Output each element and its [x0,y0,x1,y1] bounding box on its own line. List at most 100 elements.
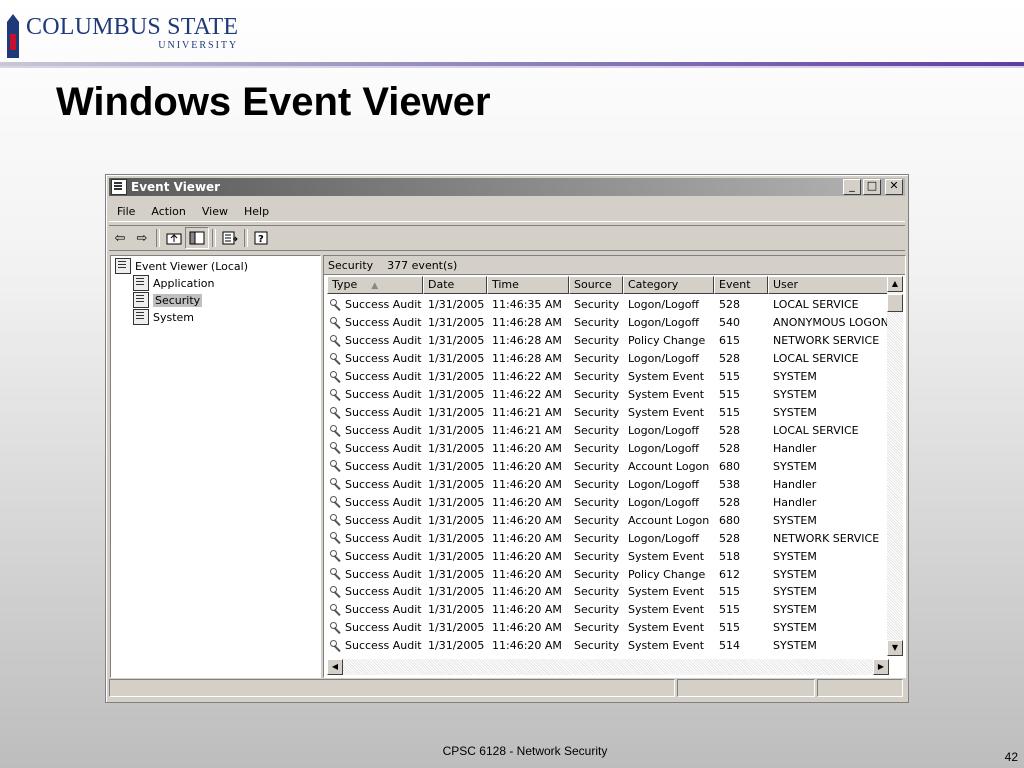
minimize-button[interactable]: _ [843,179,861,195]
column-header-category[interactable]: Category [623,276,714,294]
column-header-source[interactable]: Source [569,276,623,294]
cell-date: 1/31/2005 [428,513,485,527]
tree-root[interactable]: Event Viewer (Local) [115,258,248,274]
export-list-icon[interactable] [219,228,241,248]
cell-source: Security [574,298,620,312]
cell-event: 615 [719,334,740,348]
table-row[interactable]: Success Audit 1/31/2005 11:46:20 AM Securit… [327,565,889,583]
cell-source: Security [574,567,620,581]
tree-item-security[interactable]: Security [133,292,203,308]
column-header-user[interactable]: User [768,276,889,294]
cell-type: Success Audit [327,424,423,438]
table-row[interactable]: Success Audit 1/31/2005 11:46:22 AM Securit… [327,386,889,404]
tree-root-label: Event Viewer (Local) [135,259,248,273]
cell-type-text: Success Audit [345,298,422,312]
table-row[interactable]: Success Audit 1/31/2005 11:46:20 AM Securit… [327,457,889,475]
show-hide-tree-icon[interactable] [185,227,209,249]
key-icon [329,477,343,491]
cell-event: 515 [719,603,740,617]
table-row[interactable]: Success Audit 1/31/2005 11:46:28 AM Securit… [327,350,889,368]
sort-ascending-icon: ▲ [371,281,379,291]
scroll-left-icon[interactable]: ◀ [327,659,343,675]
tree-item-label: Security [153,293,203,307]
menu-help[interactable]: Help [236,205,277,218]
logo-subtitle: UNIVERSITY [158,40,239,51]
scroll-down-icon[interactable]: ▼ [887,640,903,656]
table-row[interactable]: Success Audit 1/31/2005 11:46:20 AM Securit… [327,601,889,619]
cell-type-text: Success Audit [345,406,422,420]
table-row[interactable]: Success Audit 1/31/2005 11:46:35 AM Securit… [327,296,889,314]
cell-category: Logon/Logoff [628,495,700,509]
column-headers: Type ▲ Date Time Source Category Event Us… [327,276,889,294]
key-icon [329,316,343,330]
cell-user: NETWORK SERVICE [773,334,880,348]
horizontal-scrollbar[interactable]: ◀ ▶ [327,659,889,675]
cell-source: Security [574,585,620,599]
close-button[interactable]: ✕ [885,179,903,195]
table-row[interactable]: Success Audit 1/31/2005 11:46:20 AM Securit… [327,493,889,511]
cell-date: 1/31/2005 [428,370,485,384]
toolbar-separator [156,229,160,247]
event-viewer-window: Event Viewer _ □ ✕ File Action View Help… [105,174,909,703]
column-header-event[interactable]: Event [714,276,768,294]
tree-item-application[interactable]: Application [133,275,214,291]
back-icon[interactable]: ⇦ [109,228,131,248]
key-icon [329,585,343,599]
cell-event: 528 [719,531,740,545]
status-panel-2 [677,679,815,697]
scroll-up-icon[interactable]: ▲ [887,276,903,292]
vertical-scrollbar[interactable]: ▲ ▼ [887,276,903,656]
status-panel-3 [817,679,903,697]
table-row[interactable]: Success Audit 1/31/2005 11:46:28 AM Securit… [327,332,889,350]
help-icon[interactable]: ? [251,228,273,248]
column-header-type[interactable]: Type ▲ [327,276,423,294]
cell-type-text: Success Audit [345,477,422,491]
cell-user: SYSTEM [773,388,817,402]
cell-user: SYSTEM [773,406,817,420]
table-row[interactable]: Success Audit 1/31/2005 11:46:20 AM Securit… [327,619,889,637]
log-icon [133,292,149,308]
cell-source: Security [574,441,620,455]
menu-action[interactable]: Action [143,205,193,218]
table-row[interactable]: Success Audit 1/31/2005 11:46:20 AM Securit… [327,529,889,547]
table-row[interactable]: Success Audit 1/31/2005 11:46:22 AM Securit… [327,368,889,386]
tower-logo-icon [4,14,22,58]
cell-category: Logon/Logoff [628,298,700,312]
cell-category: Logon/Logoff [628,316,700,330]
cell-user: Handler [773,495,817,509]
menu-view[interactable]: View [194,205,236,218]
cell-date: 1/31/2005 [428,639,485,653]
key-icon [329,639,343,653]
menu-file[interactable]: File [109,205,143,218]
cell-user: SYSTEM [773,621,817,635]
table-row[interactable]: Success Audit 1/31/2005 11:46:20 AM Securit… [327,475,889,493]
table-row[interactable]: Success Audit 1/31/2005 11:46:20 AM Securit… [327,637,889,655]
cell-category: Policy Change [628,567,706,581]
up-folder-icon[interactable] [163,228,185,248]
cell-date: 1/31/2005 [428,477,485,491]
cell-date: 1/31/2005 [428,549,485,563]
maximize-button[interactable]: □ [863,179,881,195]
cell-user: SYSTEM [773,639,817,653]
table-row[interactable]: Success Audit 1/31/2005 11:46:20 AM Securit… [327,547,889,565]
forward-icon[interactable]: ⇨ [131,228,153,248]
column-header-time[interactable]: Time [487,276,569,294]
table-row[interactable]: Success Audit 1/31/2005 11:46:20 AM Securit… [327,583,889,601]
status-bar [109,679,905,697]
tree-item-system[interactable]: System [133,309,194,325]
cell-type-text: Success Audit [345,531,422,545]
key-icon [329,531,343,545]
cell-category: System Event [628,603,705,617]
column-header-date[interactable]: Date [423,276,487,294]
scroll-thumb[interactable] [887,294,903,312]
cell-source: Security [574,621,620,635]
event-viewer-icon [115,258,131,274]
table-row[interactable]: Success Audit 1/31/2005 11:46:28 AM Securit… [327,314,889,332]
table-row[interactable]: Success Audit 1/31/2005 11:46:21 AM Securit… [327,422,889,440]
title-bar[interactable]: Event Viewer _ □ ✕ [109,178,905,196]
table-row[interactable]: Success Audit 1/31/2005 11:46:20 AM Securit… [327,511,889,529]
table-row[interactable]: Success Audit 1/31/2005 11:46:21 AM Securit… [327,404,889,422]
cell-time: 11:46:20 AM [492,585,562,599]
table-row[interactable]: Success Audit 1/31/2005 11:46:20 AM Securit… [327,440,889,458]
scroll-right-icon[interactable]: ▶ [873,659,889,675]
